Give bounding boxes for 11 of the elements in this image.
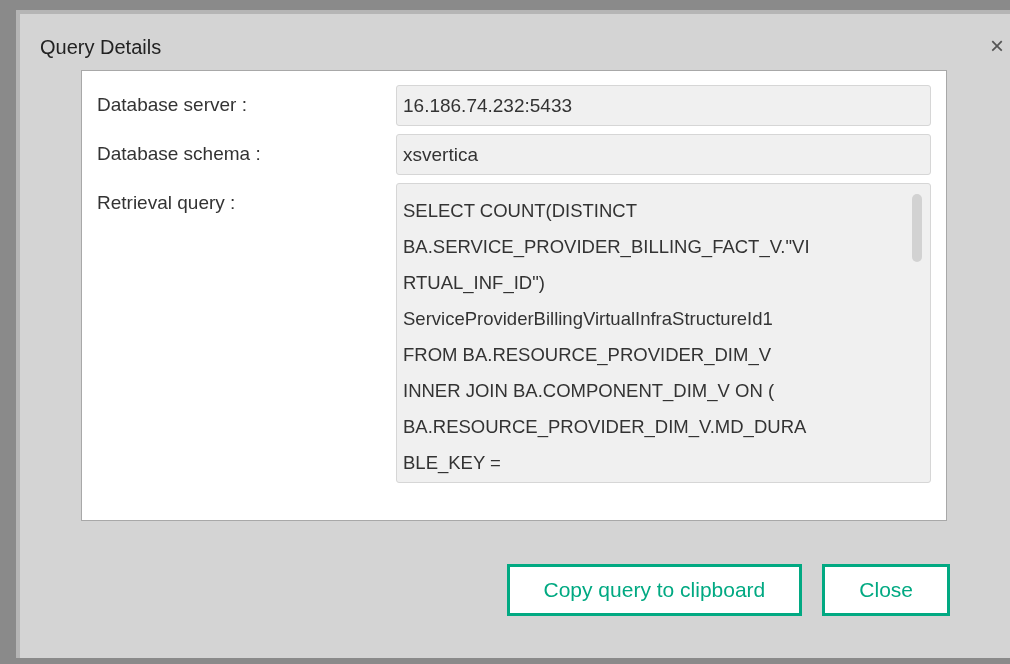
scrollbar-thumb[interactable] — [912, 194, 922, 262]
field-label: Database server : — [97, 93, 248, 117]
query-text-area[interactable] — [396, 183, 931, 483]
text-field[interactable]: xsvertica — [396, 134, 931, 175]
dialog-title: Query Details — [40, 35, 162, 60]
query-text: SELECT COUNT(DISTINCT BA.SERVICE_PROVIDER_BILLING_FACT_V."VI RTUAL_INF_ID") ServiceProviderBillingVirtualInfraStructureId1 FROM BA.RESOURCE_PROVIDER_DIM_V INNER JOIN BA.COMPONENT_DIM_V ON ( BA.RESOURCE_PROVIDER_DIM_V.MD_DURA BLE_KEY = — [403, 199, 810, 476]
close-button[interactable]: Close — [822, 564, 950, 616]
copy-button[interactable]: Copy query to clipboard — [506, 564, 803, 616]
text-field[interactable]: 16.186.74.232:5433 — [396, 85, 931, 126]
field-label: Retrieval query : — [97, 191, 237, 215]
field-label: Database schema : — [97, 142, 262, 166]
